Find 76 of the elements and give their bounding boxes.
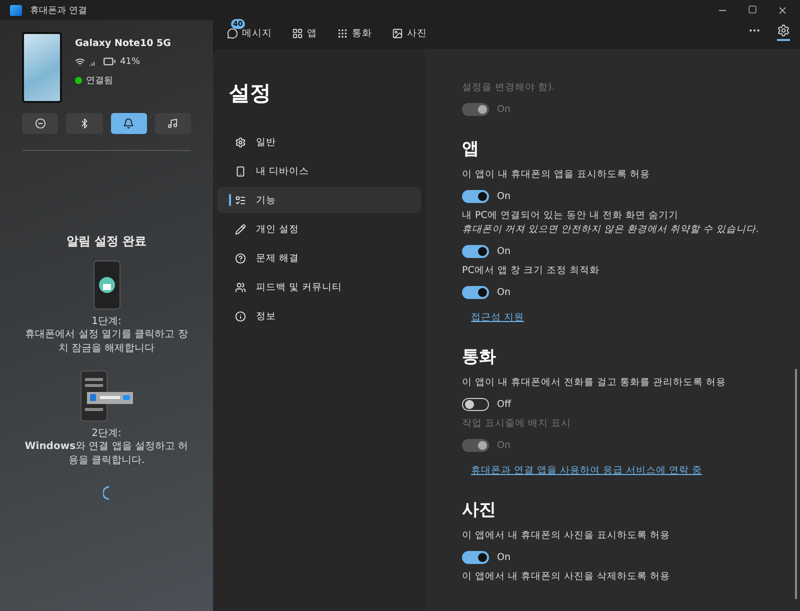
section-heading: 통화 <box>462 346 497 368</box>
toggle-switch[interactable] <box>462 286 489 298</box>
scrollbar[interactable] <box>795 369 797 599</box>
image-icon <box>392 28 403 39</box>
toggle-state: On <box>497 552 510 562</box>
window-title: 휴대폰과 연결 <box>30 4 87 16</box>
setting-label: 설정을 변경해야 함). <box>462 81 556 95</box>
battery-icon <box>103 55 116 68</box>
app-logo-icon <box>10 4 22 16</box>
info-icon <box>235 310 246 322</box>
battery-level: 41% <box>120 56 140 66</box>
setting-label: 내 PC에 연결되어 있는 동안 내 전화 화면 숨기기 <box>462 209 680 223</box>
toggle-state: On <box>497 190 510 202</box>
settings-nav-item[interactable]: 일반 <box>217 129 421 155</box>
settings-nav-item[interactable]: 문제 해결 <box>217 245 421 271</box>
help-icon <box>235 252 246 264</box>
toggle-state: On <box>497 246 510 256</box>
settings-nav-item[interactable]: 기능 <box>217 187 421 213</box>
settings-nav-item[interactable]: 내 디바이스 <box>217 158 421 184</box>
phone-image <box>22 32 62 103</box>
settings-nav-item[interactable]: 정보 <box>217 303 421 329</box>
quick-action-button[interactable] <box>154 113 191 134</box>
toggle-state: On <box>497 440 510 450</box>
loading-spinner <box>102 486 110 500</box>
help-link[interactable]: 휴대폰과 연결 앱을 사용하여 응급 서비스에 연락 중 <box>471 464 702 477</box>
list-icon <box>235 194 246 206</box>
music-icon <box>167 118 178 129</box>
section-heading: 사진 <box>462 499 497 521</box>
nav-tab[interactable]: 앱 <box>288 19 317 44</box>
dial-pad-icon <box>337 28 348 39</box>
step-text: 휴대폰에서 설정 열기를 클릭하고 장치 잠금을 해제합니다 <box>24 328 189 356</box>
gear-icon <box>235 136 246 148</box>
settings-nav-item[interactable]: 피드백 및 커뮤니티 <box>217 274 421 300</box>
grid-icon <box>292 28 303 39</box>
notice-title: 알림 설정 완료 <box>66 233 147 250</box>
toggle-switch[interactable] <box>462 244 489 258</box>
bluetooth-icon <box>78 118 90 129</box>
connection-status: 연결됨 <box>86 75 113 87</box>
toggle-state: Off <box>497 398 512 410</box>
toggle-switch[interactable] <box>462 398 489 410</box>
toggle-state: On <box>497 104 510 114</box>
step-label: 2단계: <box>92 427 122 440</box>
setting-label: 이 앱에서 내 휴대폰의 사진을 표시하도록 허용 <box>462 529 672 543</box>
setting-label: 이 앱이 내 휴대폰에서 전화를 걸고 통화를 관리하도록 허용 <box>462 376 728 390</box>
maximize-icon[interactable] <box>748 4 757 14</box>
people-icon <box>235 282 246 292</box>
step-text: Windows와 연결 앱을 설정하고 허용을 클릭합니다. <box>24 440 190 468</box>
phone-settings-drawing <box>78 370 134 422</box>
step-label: 1단계: <box>92 315 122 328</box>
nav-tab[interactable]: 통화 <box>333 19 372 44</box>
close-icon[interactable] <box>777 4 788 16</box>
toggle-switch[interactable] <box>462 190 489 202</box>
phone-icon <box>235 166 246 176</box>
minus-circle-icon <box>34 118 46 129</box>
quick-action-button[interactable] <box>22 113 58 134</box>
setting-note: 휴대폰이 꺼져 있으면 안전하지 않은 환경에서 취약할 수 있습니다. <box>462 223 760 236</box>
toggle-switch[interactable] <box>462 550 489 564</box>
wifi-icon <box>75 56 85 66</box>
bell-icon <box>123 118 134 129</box>
quick-action-button[interactable] <box>110 113 147 134</box>
toggle-state: On <box>497 286 510 298</box>
help-link[interactable]: 접근성 지원 <box>471 311 524 324</box>
quick-action-button[interactable] <box>66 113 102 134</box>
setting-label: PC에서 앱 창 크기 조정 최적화 <box>462 264 600 278</box>
settings-nav-item[interactable]: 개인 설정 <box>217 216 421 242</box>
pencil-icon <box>235 224 246 234</box>
device-name: Galaxy Note10 5G <box>75 38 171 49</box>
chat-bubble-icon <box>227 28 238 39</box>
phone-lock-drawing <box>92 260 120 310</box>
setting-label: 이 앱에서 내 휴대폰의 사진을 삭제하도록 허용 <box>462 570 672 584</box>
setting-label: 이 앱이 내 휴대폰의 앱을 표시하도록 허용 <box>462 168 652 182</box>
nav-tab[interactable]: 사진 <box>388 19 427 44</box>
setting-label: 작업 표시줄에 배지 표시 <box>462 417 572 431</box>
settings-icon[interactable] <box>777 22 790 41</box>
section-heading: 앱 <box>462 138 480 160</box>
settings-title: 설정 <box>228 80 272 107</box>
